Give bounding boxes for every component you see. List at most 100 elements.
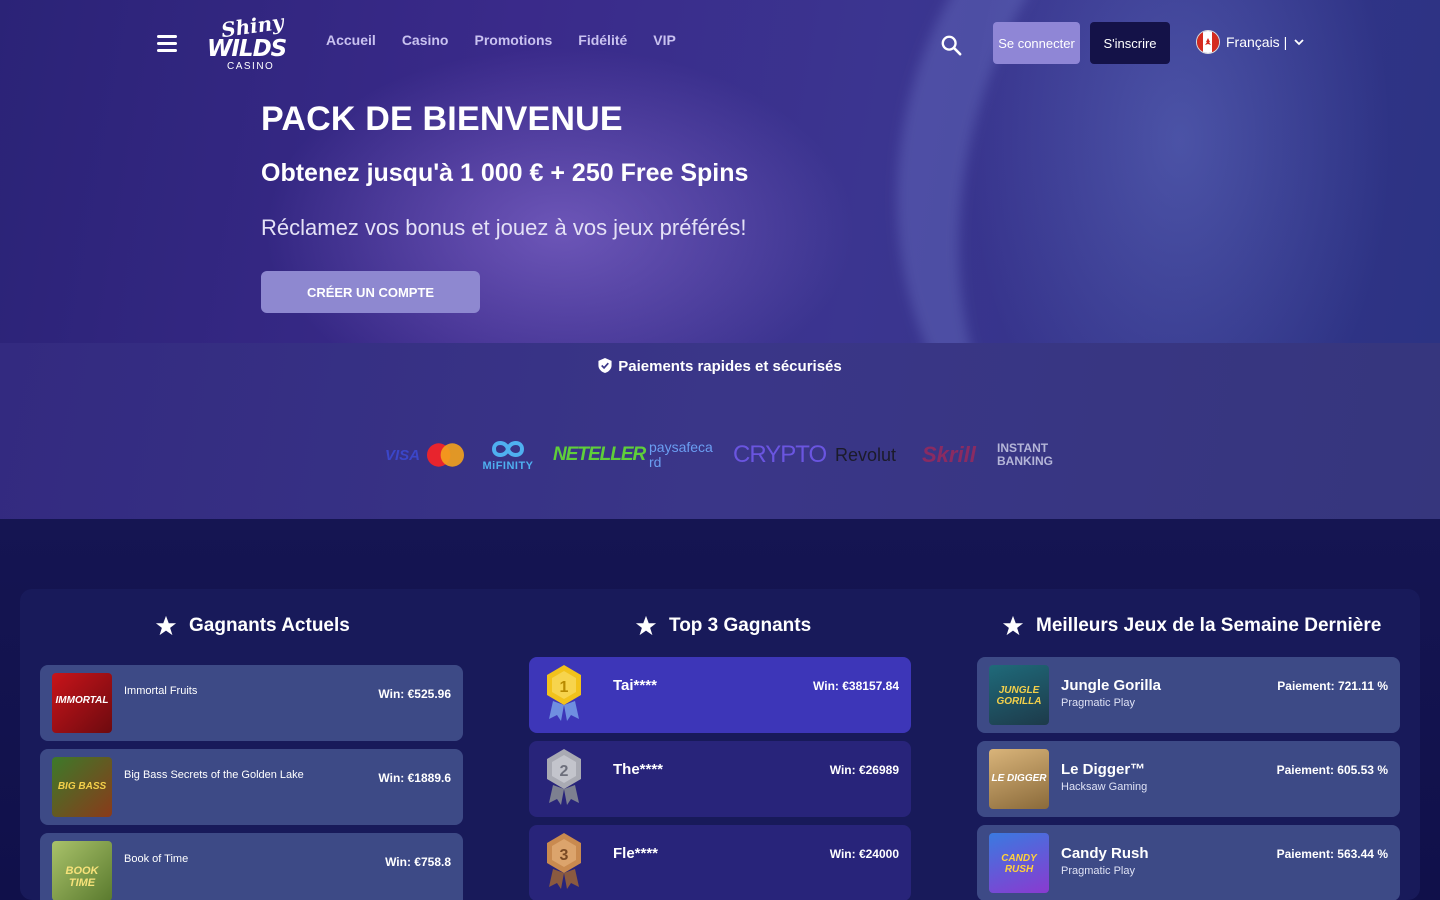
best-games-title-text: Meilleurs Jeux de la Semaine Dernière [1036, 615, 1382, 636]
menu-item-fidelite[interactable]: Fidélité [578, 32, 627, 48]
star-icon [635, 615, 657, 636]
logo-line-2: WILDS [207, 36, 287, 62]
game-thumbnail-text: CANDY RUSH [1001, 853, 1037, 875]
main-menu: Accueil Casino Promotions Fidélité VIP [326, 32, 676, 48]
visa-mastercard-logo: VISA [385, 435, 465, 475]
winner-card[interactable]: BIG BASS Big Bass Secrets of the Golden … [40, 749, 463, 825]
create-account-button[interactable]: CRÉER UN COMPTE [261, 271, 480, 313]
best-game-provider: Pragmatic Play [1061, 865, 1135, 877]
login-button[interactable]: Se connecter [993, 22, 1080, 64]
top-winners-title: Top 3 Gagnants [635, 615, 811, 637]
game-thumbnail-text: BOOK TIME [65, 865, 99, 889]
paysafecard-logo-text: paysafecard [649, 439, 713, 470]
language-label: Français | [1226, 34, 1288, 50]
top-winner-amount: Win: €26989 [829, 763, 899, 777]
site-logo[interactable]: Shiny WILDS CASINO [205, 10, 287, 74]
revolut-logo-text: Revolut [835, 444, 897, 465]
winner-amount: Win: €758.8 [385, 855, 451, 869]
winner-amount: Win: €525.96 [378, 687, 451, 701]
hero-subtitle: Obtenez jusqu'à 1 000 € + 250 Free Spins [261, 159, 749, 187]
top-winners-title-text: Top 3 Gagnants [669, 615, 812, 636]
top-winner-amount: Win: €38157.84 [813, 679, 899, 693]
payment-logos: VISA MiFINITY NETELLER paysafecard CRYPT… [385, 435, 1065, 475]
best-game-payout: Paiement: 605.53 % [1276, 763, 1388, 777]
winner-game-name: Big Bass Secrets of the Golden Lake [124, 769, 304, 781]
search-icon[interactable] [940, 34, 962, 56]
current-winners-title-text: Gagnants Actuels [189, 615, 350, 636]
mifinity-logo: MiFINITY [478, 435, 538, 475]
game-thumbnail: LE DIGGER [989, 749, 1049, 809]
current-winners-title: Gagnants Actuels [155, 615, 350, 637]
logo-line-3: CASINO [227, 61, 275, 72]
medal-rank: 2 [560, 763, 569, 780]
game-thumbnail: BIG BASS [52, 757, 112, 817]
best-game-card[interactable]: LE DIGGER Le Digger™ Hacksaw Gaming Paie… [977, 741, 1400, 817]
winner-amount: Win: €1889.6 [378, 771, 451, 785]
menu-item-vip[interactable]: VIP [653, 32, 676, 48]
hero-description: Réclamez vos bonus et jouez à vos jeux p… [261, 215, 747, 240]
visa-logo-text: VISA [385, 446, 421, 464]
best-game-card[interactable]: CANDY RUSH Candy Rush Pragmatic Play Pai… [977, 825, 1400, 900]
gold-medal-icon: 1 [547, 665, 581, 721]
paysafecard-logo: paysafecard [649, 435, 721, 475]
top-winner-amount: Win: €24000 [829, 847, 899, 861]
canada-flag-icon [1196, 30, 1220, 54]
instant-banking-logo-text: INSTANT BANKING [997, 441, 1053, 468]
hamburger-icon[interactable] [157, 35, 177, 53]
menu-item-casino[interactable]: Casino [402, 32, 449, 48]
game-thumbnail: BOOK TIME [52, 841, 112, 900]
bronze-medal-icon: 3 [547, 833, 581, 889]
best-game-name: Candy Rush [1061, 845, 1149, 862]
best-game-name: Jungle Gorilla [1061, 677, 1162, 694]
crypto-logo: CRYPTO [733, 435, 827, 475]
game-thumbnail: JUNGLE GORILLA [989, 665, 1049, 725]
top-winner-card[interactable]: 2 The**** Win: €26989 [529, 741, 911, 817]
best-game-provider: Hacksaw Gaming [1061, 781, 1148, 793]
payments-section: Paiements rapides et sécurisés VISA MiFI… [0, 343, 1440, 519]
neteller-logo-text: NETELLER [553, 444, 646, 465]
top-winner-card[interactable]: 1 Tai**** Win: €38157.84 [529, 657, 911, 733]
revolut-logo: Revolut [835, 435, 903, 475]
star-icon [1002, 615, 1024, 636]
best-game-payout: Paiement: 563.44 % [1276, 847, 1388, 861]
neteller-logo: NETELLER [553, 435, 646, 475]
winner-game-name: Immortal Fruits [124, 685, 198, 697]
skrill-logo: Skrill [922, 435, 984, 475]
game-thumbnail-text: BIG BASS [57, 781, 107, 792]
infinity-icon [491, 441, 525, 457]
skrill-logo-text: Skrill [922, 442, 976, 467]
game-thumbnail-text: JUNGLE GORILLA [996, 685, 1042, 707]
mifinity-logo-text: MiFINITY [482, 460, 534, 472]
best-games-title: Meilleurs Jeux de la Semaine Dernière [1002, 615, 1381, 637]
top-winner-name: Tai**** [613, 677, 657, 694]
winner-card[interactable]: BOOK TIME Book of Time Win: €758.8 [40, 833, 463, 900]
best-game-provider: Pragmatic Play [1061, 697, 1135, 709]
best-game-payout: Paiement: 721.11 % [1277, 679, 1388, 693]
menu-item-accueil[interactable]: Accueil [326, 32, 376, 48]
top-navigation: Shiny WILDS CASINO Accueil Casino Promot… [0, 0, 1440, 90]
best-game-card[interactable]: JUNGLE GORILLA Jungle Gorilla Pragmatic … [977, 657, 1400, 733]
game-thumbnail-text: LE DIGGER [991, 773, 1047, 784]
instant-banking-logo: INSTANT BANKING [997, 435, 1061, 475]
game-thumbnail-text: IMMORTAL [55, 695, 109, 706]
silver-medal-icon: 2 [547, 749, 581, 805]
language-selector[interactable]: Français | [1196, 30, 1305, 54]
medal-rank: 3 [560, 847, 569, 864]
star-icon [155, 615, 177, 636]
hero-title: PACK DE BIENVENUE [261, 100, 623, 138]
game-thumbnail: IMMORTAL [52, 673, 112, 733]
medal-rank: 1 [560, 679, 569, 696]
game-thumbnail: CANDY RUSH [989, 833, 1049, 893]
signup-button[interactable]: S'inscrire [1090, 22, 1170, 64]
top-winner-name: Fle**** [613, 845, 659, 862]
top-winner-name: The**** [613, 761, 664, 778]
mastercard-icon [426, 443, 465, 467]
crypto-logo-text: CRYPTO [733, 441, 827, 468]
menu-item-promotions[interactable]: Promotions [475, 32, 553, 48]
shield-check-icon [598, 358, 612, 373]
winner-game-name: Book of Time [124, 853, 189, 865]
top-winner-card[interactable]: 3 Fle**** Win: €24000 [529, 825, 911, 900]
winner-card[interactable]: IMMORTAL Immortal Fruits Win: €525.96 [40, 665, 463, 741]
chevron-down-icon [1294, 39, 1304, 46]
payments-heading-text: Paiements rapides et sécurisés [618, 358, 842, 375]
